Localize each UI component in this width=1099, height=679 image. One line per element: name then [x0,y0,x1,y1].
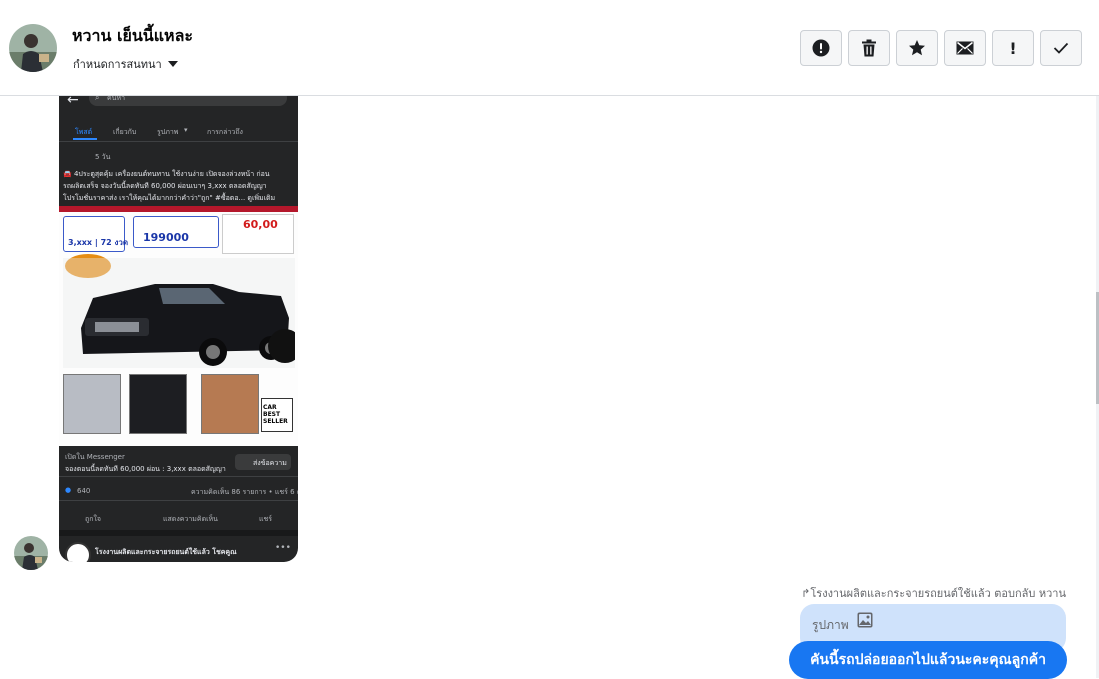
ad-monthly: 3,xxx | 72 งวด [68,238,129,247]
like-button-label: ถูกใจ [85,515,101,523]
ad-discount: 60,00 [243,218,278,231]
conversation-header: หวาน เย็นนี้แหละ กำหนดการสนทนา ! [0,0,1099,96]
ad-price: 199000 [143,231,189,244]
divider [59,141,298,142]
back-arrow-icon: ← [67,96,79,108]
post-text-line-3: โปรโมชั่นราคาส่ง เราให้คุณได้มากกว่าคำว่… [63,194,276,202]
share-button-label: แชร์ [259,515,273,523]
tab-mentions: การกล่าวถึง [207,128,243,136]
post-text-line-2: รถผลิตเสร็จ จองวันนี้ลดทันที 60,000 ผ่อน… [63,182,267,190]
star-button[interactable] [896,30,938,66]
quoted-message-label: รูปภาพ [812,618,849,632]
contact-name[interactable]: หวาน เย็นนี้แหละ [72,24,193,49]
attached-screenshot-image[interactable]: ← ⌕ ค้นหา โพสต์ เกี่ยวกับ รูปภาพ ▾ การกล… [59,96,298,562]
post-time: 5 วัน [95,153,111,161]
mark-unread-button[interactable] [944,30,986,66]
page-avatar [65,542,91,562]
tab-photos: รูปภาพ [157,128,179,136]
important-button[interactable]: ! [992,30,1034,66]
search-placeholder: ค้นหา [107,96,126,102]
pickup-truck-photo [63,258,295,368]
reply-meta: ↱โรงงานผลิตและกระจายรถยนต์ใช้แล้ว ตอบกลั… [801,584,1066,602]
caret-down-icon [167,61,178,67]
ad-image: 3,xxx | 72 งวด 199000 60,00 CAR BEST SEL… [59,206,298,446]
active-tab-indicator [73,138,97,140]
envelope-icon [956,41,974,55]
contact-avatar[interactable] [9,24,57,72]
tab-about: เกี่ยวกับ [113,128,137,136]
tab-posts: โพสต์ [75,128,93,136]
more-options-icon: ••• [275,543,291,553]
like-reaction-icon: ● [65,486,72,494]
reply-meta-text: โรงงานผลิตและกระจายรถยนต์ใช้แล้ว ตอบกลับ… [810,587,1066,600]
done-button[interactable] [1040,30,1082,66]
delete-button[interactable] [848,30,890,66]
conversation-toolbar: ! [800,30,1082,66]
image-icon [857,612,873,628]
send-message-label: ส่งข้อความ [253,459,287,467]
ad-brand: CAR BEST SELLER [263,404,288,425]
outgoing-message-text: คันนี้รถปล่อยออกไปแล้วนะคะคุณลูกค้า [810,652,1046,668]
chat-settings-label: กำหนดการสนทนา [73,58,162,71]
check-icon [1053,42,1069,54]
outgoing-message-bubble[interactable]: คันนี้รถปล่อยออกไปแล้วนะคะคุณลูกค้า [789,641,1067,679]
messenger-label: เปิดใน Messenger [65,453,125,461]
star-icon [909,40,925,56]
search-icon: ⌕ [95,96,100,102]
reply-arrow-icon: ↱ [801,587,811,600]
report-spam-button[interactable] [800,30,842,66]
exclamation-icon: ! [1009,38,1017,58]
post-text-line-1: 🚘 4ประตูสุดคุ้ม เครื่องยนต์ทนทาน ใช้งานง… [63,170,270,178]
trash-icon [862,39,876,57]
caret-down-icon: ▾ [184,126,188,134]
messenger-text: จองตอนนี้ลดทันที 60,000 ผ่อน : 3,xxx ตลอ… [65,465,226,473]
likes-count: 640 [77,487,91,495]
page-name: โรงงานผลิตและกระจายรถยนต์ใช้แล้ว โชคคูณ [95,548,237,556]
chat-settings-dropdown[interactable]: กำหนดการสนทนา [73,55,178,73]
comment-button-label: แสดงความคิดเห็น [163,515,218,523]
sender-avatar[interactable] [14,536,48,570]
comments-shares: ความคิดเห็น 86 รายการ • แชร์ 6 ครั้ง [191,488,298,496]
alert-circle-icon [812,39,830,57]
